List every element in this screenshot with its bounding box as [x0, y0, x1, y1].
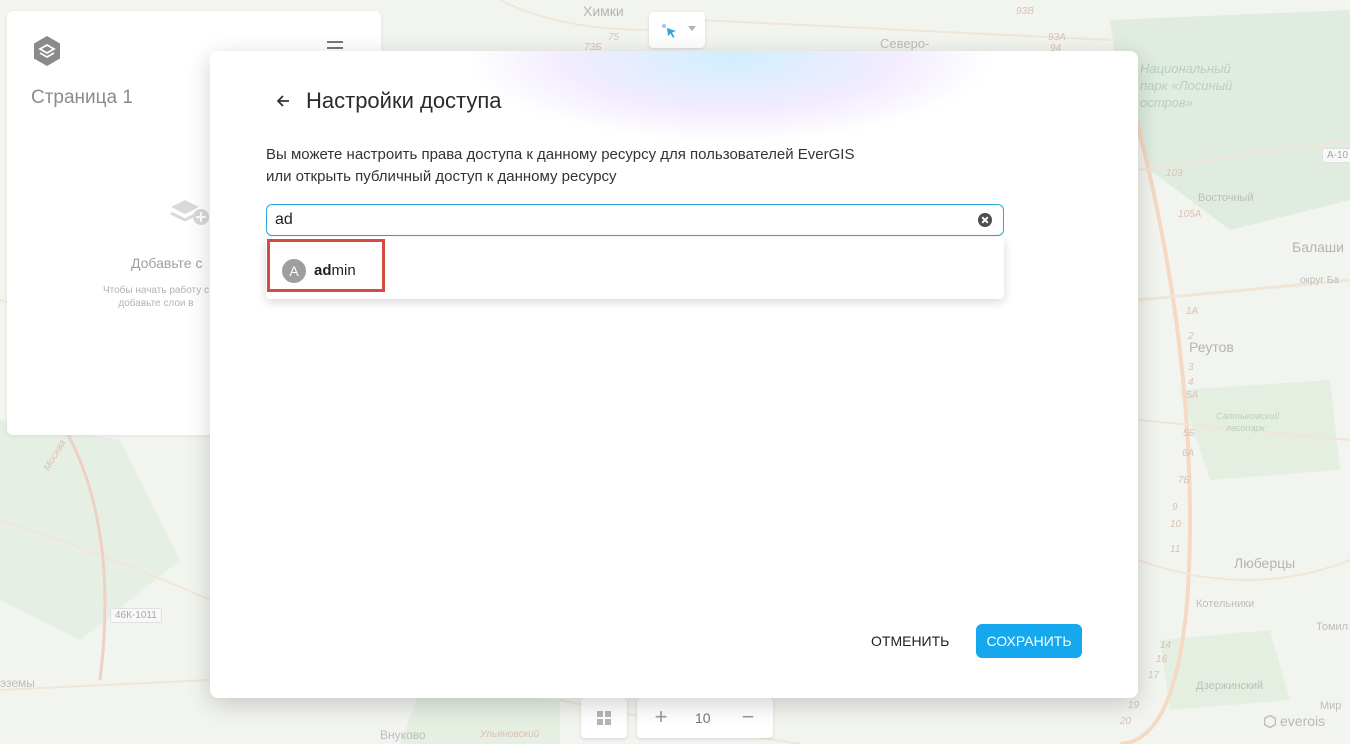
header-glow [470, 51, 990, 141]
avatar: A [282, 259, 306, 283]
brand-logo: everois [1264, 713, 1325, 729]
user-suggestions-dropdown: A admin [266, 237, 1004, 299]
empty-state-description: Чтобы начать работу с добавьте слои в [81, 284, 231, 310]
grid-icon [597, 711, 611, 725]
evergis-logo-icon [31, 35, 63, 67]
empty-desc-line: Чтобы начать работу с [102, 285, 210, 296]
suggestion-match: ad [314, 262, 332, 279]
access-settings-dialog: Настройки доступа Вы можете настроить пр… [210, 51, 1138, 698]
cursor-icon [661, 23, 679, 44]
zoom-in-button[interactable]: + [651, 706, 671, 728]
zoom-control: + 10 − [637, 698, 773, 738]
user-search-field [266, 204, 1004, 236]
zoom-level: 10 [695, 710, 711, 726]
dialog-title: Настройки доступа [306, 88, 502, 113]
empty-desc-line: добавьте слои в [118, 298, 194, 309]
basemap-grid-button[interactable] [581, 698, 627, 738]
empty-state-title: Добавьте с [131, 255, 203, 271]
brand-hexagon-icon [1264, 714, 1276, 728]
zoom-out-button[interactable]: − [738, 706, 758, 728]
dialog-description: Вы можете настроить права доступа к данн… [266, 144, 966, 188]
layers-add-icon [165, 191, 211, 231]
page-title: Страница 1 [31, 87, 133, 108]
arrow-left-icon [276, 95, 289, 107]
suggestion-username: admin [314, 262, 356, 279]
save-button[interactable]: Сохранить [976, 624, 1082, 658]
clear-icon[interactable] [978, 213, 992, 227]
back-button[interactable] [272, 90, 294, 112]
suggestion-rest: min [331, 262, 356, 279]
description-line: Вы можете настроить права доступа к данн… [266, 146, 855, 163]
select-tool-button[interactable] [649, 12, 705, 48]
brand-text: everois [1280, 713, 1326, 729]
description-line: или открыть публичный доступ к данному р… [266, 168, 617, 185]
suggestion-item-admin[interactable]: A admin [266, 240, 1004, 296]
chevron-down-icon [688, 26, 696, 31]
cancel-button[interactable]: Отменить [865, 625, 953, 657]
user-search-input[interactable] [275, 209, 965, 231]
